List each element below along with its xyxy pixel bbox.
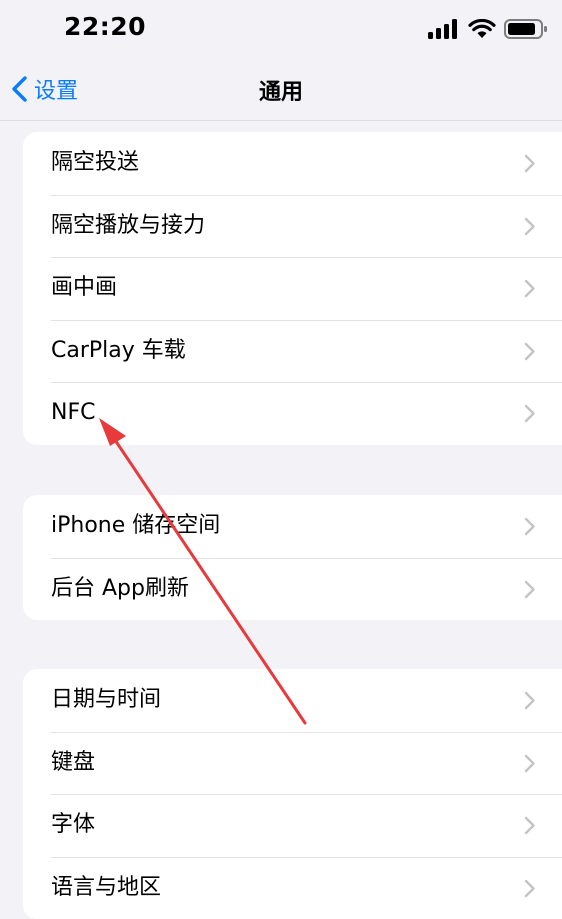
list-item-iphone-storage[interactable]: iPhone 储存空间: [23, 495, 562, 558]
list-item-picture-in-picture[interactable]: 画中画: [23, 257, 562, 320]
list-item-label: 键盘: [51, 732, 95, 795]
list-item-label: iPhone 储存空间: [51, 495, 220, 558]
list-item-label: 字体: [51, 794, 95, 857]
chevron-right-icon: [524, 404, 536, 423]
status-time: 22:20: [64, 12, 146, 41]
chevron-right-icon: [524, 816, 536, 835]
chevron-right-icon: [524, 754, 536, 773]
list-item-label: CarPlay 车载: [51, 320, 186, 383]
status-icons: [428, 16, 548, 42]
list-item-label: 隔空播放与接力: [51, 195, 205, 258]
list-item-label: 日期与时间: [51, 669, 161, 732]
chevron-right-icon: [524, 517, 536, 536]
settings-group-3: 日期与时间 键盘 字体 语言与地区: [23, 669, 562, 919]
settings-group-2: iPhone 储存空间 后台 App刷新: [23, 495, 562, 620]
list-item-label: NFC: [51, 382, 95, 445]
page-title: 通用: [0, 74, 562, 106]
list-item-language-region[interactable]: 语言与地区: [23, 857, 562, 919]
signal-icon: [428, 19, 460, 39]
list-item-label: 语言与地区: [51, 857, 161, 919]
navigation-bar: 设置 通用: [0, 58, 562, 121]
chevron-right-icon: [524, 580, 536, 599]
chevron-right-icon: [524, 217, 536, 236]
list-item-date-time[interactable]: 日期与时间: [23, 669, 562, 732]
chevron-right-icon: [524, 879, 536, 898]
list-item-label: 后台 App刷新: [51, 558, 189, 621]
list-item-fonts[interactable]: 字体: [23, 794, 562, 857]
list-item-label: 隔空投送: [51, 132, 139, 195]
chevron-right-icon: [524, 691, 536, 710]
list-item-carplay[interactable]: CarPlay 车载: [23, 320, 562, 383]
list-item-label: 画中画: [51, 257, 117, 320]
settings-group-1: 隔空投送 隔空播放与接力 画中画 CarPlay 车载 NFC: [23, 132, 562, 445]
list-item-nfc[interactable]: NFC: [23, 382, 562, 445]
chevron-right-icon: [524, 279, 536, 298]
list-item-background-app-refresh[interactable]: 后台 App刷新: [23, 558, 562, 621]
battery-icon: [504, 18, 548, 40]
wifi-icon: [468, 19, 496, 39]
list-item-airdrop[interactable]: 隔空投送: [23, 132, 562, 195]
list-item-airplay-handoff[interactable]: 隔空播放与接力: [23, 195, 562, 258]
chevron-right-icon: [524, 154, 536, 173]
status-bar: 22:20: [0, 0, 562, 58]
chevron-right-icon: [524, 342, 536, 361]
list-item-keyboard[interactable]: 键盘: [23, 732, 562, 795]
